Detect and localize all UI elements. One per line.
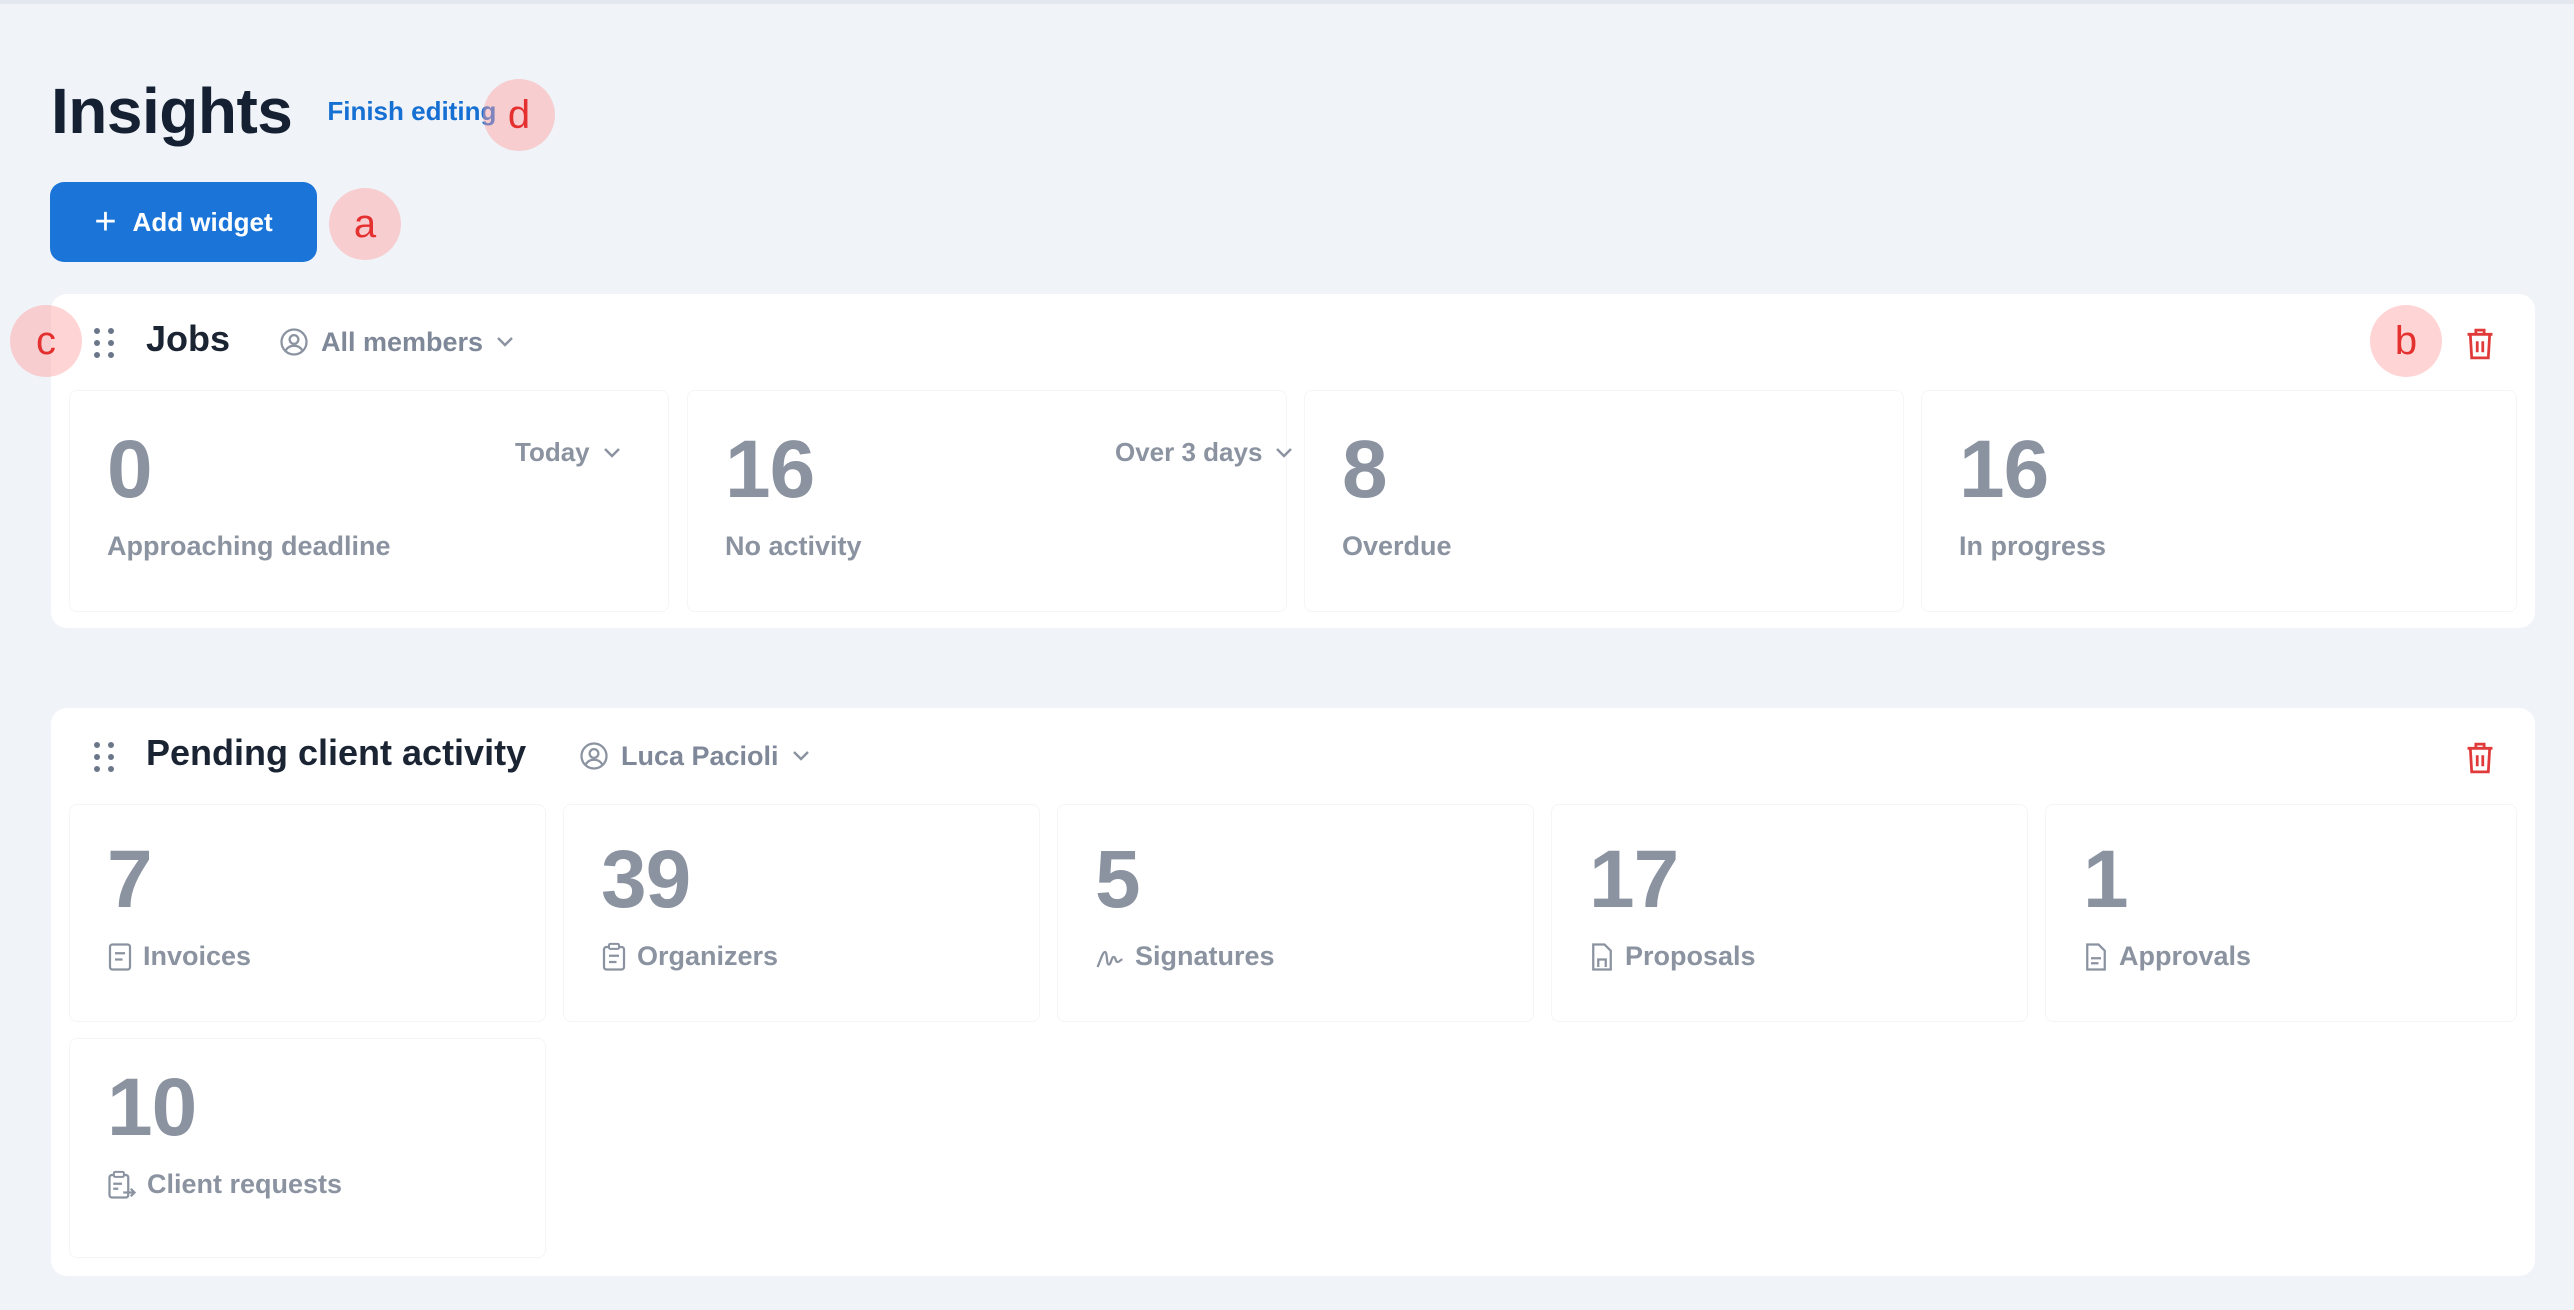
stat-value: 5 <box>1095 834 1141 925</box>
clipboard-icon <box>602 942 626 971</box>
period-select-today[interactable]: Today <box>515 437 622 468</box>
plus-icon: + <box>94 201 117 243</box>
stat-proposals[interactable]: 17 Proposals <box>1551 804 2028 1022</box>
period-label: Today <box>515 437 590 467</box>
stat-label: Proposals <box>1625 941 1756 971</box>
client-request-icon <box>108 1170 137 1199</box>
stat-value: 39 <box>601 834 691 925</box>
page-title: Insights <box>51 75 293 147</box>
member-filter-value: Luca Pacioli <box>621 740 779 771</box>
jobs-widget-header: Jobs All members <box>51 294 2535 390</box>
stat-value: 0 <box>107 424 153 515</box>
stat-label: Overdue <box>1342 531 1452 561</box>
client-widget-title: Pending client activity <box>146 732 527 773</box>
top-divider <box>0 0 2574 4</box>
stat-label-row: Proposals <box>1589 941 1756 972</box>
chevron-down-icon <box>1276 447 1293 458</box>
delete-widget-icon[interactable] <box>2463 740 2497 776</box>
member-filter-select[interactable]: Luca Pacioli <box>579 738 811 774</box>
stat-value: 16 <box>1959 424 2049 515</box>
stat-value: 10 <box>107 1062 197 1153</box>
finish-editing-link[interactable]: Finish editing <box>327 96 496 127</box>
add-widget-button[interactable]: + Add widget <box>50 182 317 262</box>
stat-overdue[interactable]: 8 Overdue <box>1304 390 1904 612</box>
stat-signatures[interactable]: 5 Signatures <box>1057 804 1534 1022</box>
chevron-down-icon <box>792 751 809 761</box>
stat-in-progress[interactable]: 16 In progress <box>1921 390 2517 612</box>
member-filter-value: All members <box>321 326 484 357</box>
stat-label-row: Client requests <box>107 1169 342 1200</box>
stat-invoices[interactable]: 7 Invoices <box>69 804 546 1022</box>
proposal-icon <box>1592 942 1612 971</box>
member-filter-select[interactable]: All members <box>279 324 515 360</box>
add-widget-label: Add widget <box>132 206 273 237</box>
stat-value: 8 <box>1342 424 1388 515</box>
invoice-icon <box>108 942 132 971</box>
stat-label-row: Approvals <box>2083 941 2251 972</box>
stat-value: 16 <box>725 424 815 515</box>
marker-a: a <box>329 188 401 260</box>
drag-handle-icon[interactable] <box>94 742 118 772</box>
client-widget-header: Pending client activity Luca Pacioli <box>51 708 2535 804</box>
stat-label: Approaching deadline <box>107 531 391 561</box>
stat-label: Invoices <box>143 941 252 971</box>
signature-icon <box>1096 950 1123 968</box>
stat-value: 1 <box>2083 834 2129 925</box>
stat-label: In progress <box>1959 531 2107 561</box>
stat-label-row: Organizers <box>601 941 778 972</box>
user-circle-icon <box>280 328 308 356</box>
jobs-widget: Jobs All members 0 Approaching deadline … <box>51 294 2535 628</box>
stat-approvals[interactable]: 1 Approvals <box>2045 804 2517 1022</box>
delete-widget-icon[interactable] <box>2463 326 2497 362</box>
stat-client-requests[interactable]: 10 Client requests <box>69 1038 546 1258</box>
page-header: Insights Finish editing <box>51 74 496 148</box>
marker-b: b <box>2370 305 2442 377</box>
pending-client-activity-widget: Pending client activity Luca Pacioli 7 I… <box>51 708 2535 1276</box>
drag-handle-icon[interactable] <box>94 328 118 358</box>
period-label: Over 3 days <box>1115 437 1263 467</box>
stat-label: Approvals <box>2119 941 2252 971</box>
stat-approaching-deadline[interactable]: 0 Approaching deadline Today <box>69 390 669 612</box>
chevron-down-icon <box>497 337 513 347</box>
marker-d: d <box>483 79 555 151</box>
stat-label: Signatures <box>1135 941 1275 971</box>
stat-label: Organizers <box>637 941 779 971</box>
marker-c: c <box>10 305 82 377</box>
user-circle-icon <box>580 742 608 770</box>
stat-value: 17 <box>1589 834 1679 925</box>
stat-label: Client requests <box>147 1169 343 1199</box>
jobs-widget-title: Jobs <box>146 318 231 359</box>
stat-organizers[interactable]: 39 Organizers <box>563 804 1040 1022</box>
stat-label: No activity <box>725 531 862 561</box>
chevron-down-icon <box>603 447 620 458</box>
stat-no-activity[interactable]: 16 No activity Over 3 days <box>687 390 1293 612</box>
period-select-over-3-days[interactable]: Over 3 days <box>1115 437 1294 468</box>
document-icon <box>2086 942 2106 971</box>
stat-label-row: Invoices <box>107 941 251 972</box>
stat-value: 7 <box>107 834 153 925</box>
stat-label-row: Signatures <box>1095 941 1275 972</box>
